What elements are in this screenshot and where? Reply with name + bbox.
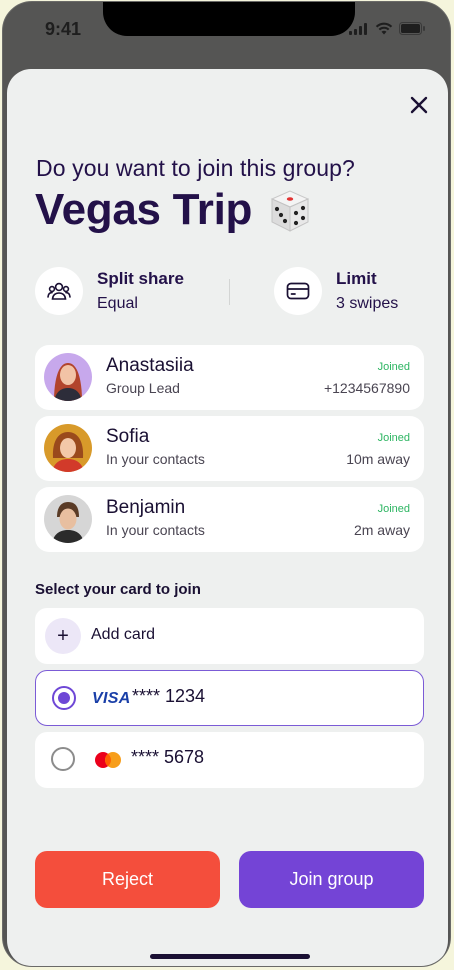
home-indicator bbox=[150, 954, 310, 959]
member-card[interactable]: Anastasiia Group Lead Joined +1234567890 bbox=[35, 345, 424, 410]
member-detail: 2m away bbox=[353, 522, 410, 538]
member-status: Joined bbox=[377, 432, 410, 444]
member-role: Group Lead bbox=[106, 380, 180, 396]
card-number: **** 5678 bbox=[131, 747, 205, 767]
dice-icon bbox=[270, 190, 310, 232]
limit-label: Limit bbox=[336, 269, 377, 288]
plus-icon: + bbox=[45, 618, 81, 654]
radio-unselected[interactable] bbox=[51, 747, 75, 771]
card-option-visa[interactable]: VISA **** 1234 bbox=[35, 670, 424, 726]
avatar bbox=[44, 353, 92, 401]
visa-logo: VISA bbox=[92, 690, 131, 707]
member-detail: 10m away bbox=[346, 451, 410, 467]
card-number: **** 1234 bbox=[132, 686, 206, 706]
wifi-icon bbox=[375, 22, 393, 35]
card-icon bbox=[274, 267, 322, 315]
card-section-title: Select your card to join bbox=[35, 581, 201, 598]
notch bbox=[103, 2, 355, 36]
signal-icon bbox=[349, 22, 367, 35]
member-card[interactable]: Benjamin In your contacts Joined 2m away bbox=[35, 487, 424, 552]
split-share-label: Split share bbox=[97, 269, 184, 288]
member-name: Benjamin bbox=[106, 497, 186, 518]
mastercard-logo bbox=[95, 752, 121, 768]
close-button[interactable] bbox=[407, 93, 431, 117]
join-group-button[interactable]: Join group bbox=[239, 851, 424, 908]
status-icons bbox=[349, 22, 426, 35]
add-card-button[interactable]: + Add card bbox=[35, 608, 424, 664]
member-role: In your contacts bbox=[106, 522, 205, 538]
people-icon bbox=[35, 267, 83, 315]
split-share-value: Equal bbox=[97, 295, 138, 312]
join-question: Do you want to join this group? bbox=[36, 155, 355, 181]
add-card-label: Add card bbox=[91, 626, 156, 643]
member-name: Sofia bbox=[106, 426, 150, 447]
member-role: In your contacts bbox=[106, 451, 205, 467]
group-name: Vegas Trip bbox=[35, 185, 253, 234]
limit-stat: Limit 3 swipes bbox=[274, 267, 398, 315]
radio-selected[interactable] bbox=[52, 686, 76, 710]
member-name: Anastasiia bbox=[106, 355, 194, 376]
reject-button[interactable]: Reject bbox=[35, 851, 220, 908]
limit-value: 3 swipes bbox=[336, 295, 399, 312]
member-detail: +1234567890 bbox=[323, 380, 410, 396]
join-group-sheet: Do you want to join this group? Vegas Tr… bbox=[7, 69, 448, 966]
split-share-stat: Split share Equal bbox=[35, 267, 184, 315]
member-card[interactable]: Sofia In your contacts Joined 10m away bbox=[35, 416, 424, 481]
member-status: Joined bbox=[377, 361, 410, 373]
avatar bbox=[44, 424, 92, 472]
stats-divider bbox=[229, 279, 230, 305]
card-option-mastercard[interactable]: **** 5678 bbox=[35, 732, 424, 788]
status-time: 9:41 bbox=[45, 19, 82, 39]
avatar bbox=[44, 495, 92, 543]
group-stats: Split share Equal Limit 3 swipes bbox=[35, 267, 425, 317]
group-title: Vegas Trip bbox=[35, 185, 314, 235]
member-status: Joined bbox=[377, 503, 410, 515]
battery-icon bbox=[399, 22, 425, 35]
phone-frame: 9:41 Do you want to join this group? Veg… bbox=[2, 1, 451, 967]
close-icon bbox=[410, 96, 428, 114]
